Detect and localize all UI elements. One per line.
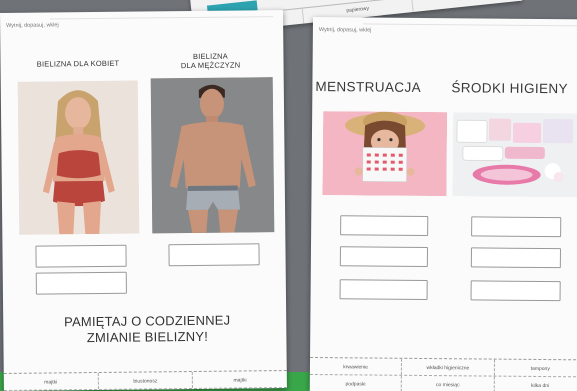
word-card[interactable]: podpaski	[310, 375, 401, 391]
word-cutout-strip: krwawienie wkładki higieniczne tampony p…	[309, 356, 577, 391]
photo-hygiene-products	[452, 112, 577, 198]
label-men-underwear: BIELIZNA DLA MĘŻCZYZN	[150, 51, 270, 71]
header-divider	[362, 23, 577, 27]
answer-box-menstruation-3[interactable]	[339, 279, 428, 301]
label-women-underwear: BIELIZNA DLA KOBIET	[36, 58, 120, 69]
answer-box-hygiene-3[interactable]	[470, 280, 561, 302]
word-card[interactable]: biustonosz	[97, 372, 193, 389]
hygiene-reminder: PAMIĘTAJ O CODZIENNEJ ZMIANIE BIELIZNY!	[23, 312, 271, 347]
reminder-line2: ZMIANIE BIELIZNY!	[86, 329, 209, 346]
word-card[interactable]: majtki	[4, 373, 98, 390]
answer-box-menstruation-2[interactable]	[339, 246, 428, 268]
answer-box-hygiene-2[interactable]	[470, 247, 561, 269]
answer-box-men-1[interactable]	[168, 243, 260, 267]
worksheet-instruction: Wytnij, dopasuj, wklej	[6, 22, 59, 29]
word-row: majtki biustonosz majtki	[3, 371, 287, 391]
word-cutout-strip: majtki biustonosz majtki	[3, 370, 287, 391]
word-card[interactable]: krwawienie	[310, 358, 401, 375]
label-menstruation: MENSTRUACJA	[315, 79, 422, 95]
word-card: alkohol	[411, 0, 523, 13]
word-card[interactable]: co miesiąc	[401, 375, 494, 391]
answer-box-women-1[interactable]	[35, 244, 127, 268]
word-card[interactable]: tampony	[493, 359, 577, 377]
answer-box-hygiene-1[interactable]	[471, 216, 562, 238]
answer-box-menstruation-1[interactable]	[340, 215, 429, 237]
word-card[interactable]: kilka dni	[493, 376, 577, 391]
photo-woman-underwear	[17, 80, 140, 235]
label-hygiene-products: ŚRODKI HIGIENY	[451, 80, 569, 97]
worksheet-underwear: Wytnij, dopasuj, wklej BIELIZNA DLA KOBI…	[0, 10, 287, 391]
label-men-line2: DLA MĘŻCZYZN	[180, 60, 241, 71]
worksheet-menstruation: Wytnij, dopasuj, wklej MENSTRUACJA ŚRODK…	[309, 17, 577, 391]
photo-man-underwear	[150, 77, 275, 234]
answer-box-women-2[interactable]	[35, 271, 127, 295]
word-card[interactable]: majtki	[192, 371, 287, 389]
worksheet-instruction: Wytnij, dopasuj, wklej	[318, 27, 372, 34]
word-card[interactable]: wkładki higieniczne	[401, 358, 494, 376]
header-divider	[50, 16, 274, 20]
word-row: podpaski co miesiąc kilka dni	[309, 374, 577, 391]
photo-menstruation-calendar	[322, 111, 448, 197]
